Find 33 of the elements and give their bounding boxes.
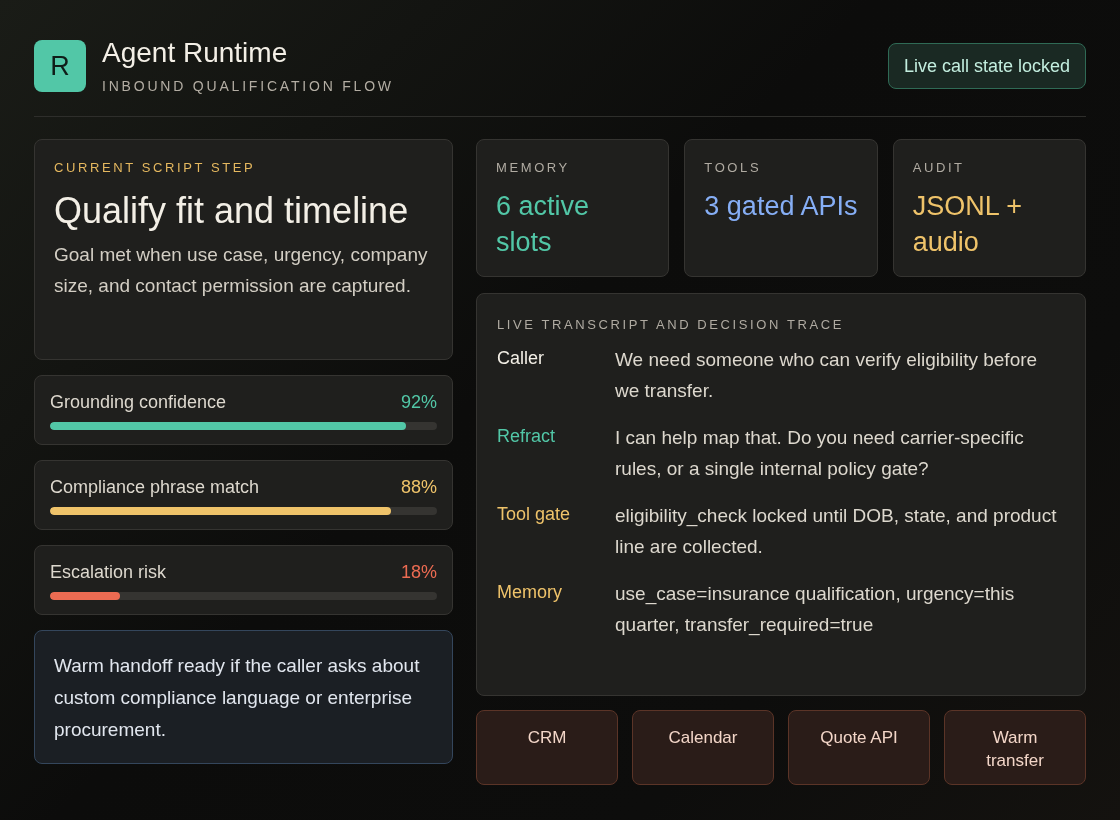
transcript-text: I can help map that. Do you need carrier-specific rules, or a single internal policy gate? [615,426,1025,481]
metric-label: Compliance phrase match [50,476,260,498]
transcript-text: use_case=insurance qualification, urgency=this quarter, transfer_required=true [615,582,1016,638]
transcript-text: eligibility_check locked until DOB, state, and product line are collected. [615,504,1058,559]
stat-value: JSONL + audio [912,190,1023,259]
app-subtitle: INBOUND QUALIFICATION FLOW [102,77,394,95]
app-logo: R [34,40,86,92]
status-badge: Live call state locked [887,43,1086,89]
stat-value: 3 gated APIs [704,190,858,223]
action-button[interactable]: Quote API [788,710,930,785]
stat-value: 6 active slots [496,190,591,259]
speaker-label: Refract [497,425,557,448]
handoff-note: Warm handoff ready if the caller asks about custom compliance language or enterprise procurement. [54,654,421,742]
stat-label: MEMORY [496,160,571,176]
step-title: Qualify fit and timeline [54,191,410,231]
stat-label: TOOLS [704,160,763,176]
metric-value: 92% [400,391,437,413]
speaker-label: Caller [497,347,545,370]
section-label: CURRENT SCRIPT STEP [54,160,257,176]
metric-value: 18% [400,561,437,583]
metric-label: Escalation risk [50,561,167,583]
metric-value: 88% [400,476,437,498]
transcript-text: We need someone who can verify eligibility before we transfer. [615,348,1039,403]
action-button[interactable]: Calendar [632,710,774,785]
stat-label: AUDIT [912,160,966,176]
section-label: LIVE TRANSCRIPT AND DECISION TRACE [497,317,846,333]
speaker-label: Memory [497,581,563,604]
action-button[interactable]: Warm transfer [944,710,1086,785]
app-title: Agent Runtime [102,38,289,68]
metric-label: Grounding confidence [50,391,227,413]
speaker-label: Tool gate [497,503,572,526]
step-description: Goal met when use case, urgency, company size, and contact permission are captured. [54,243,429,298]
action-button[interactable]: CRM [476,710,618,785]
